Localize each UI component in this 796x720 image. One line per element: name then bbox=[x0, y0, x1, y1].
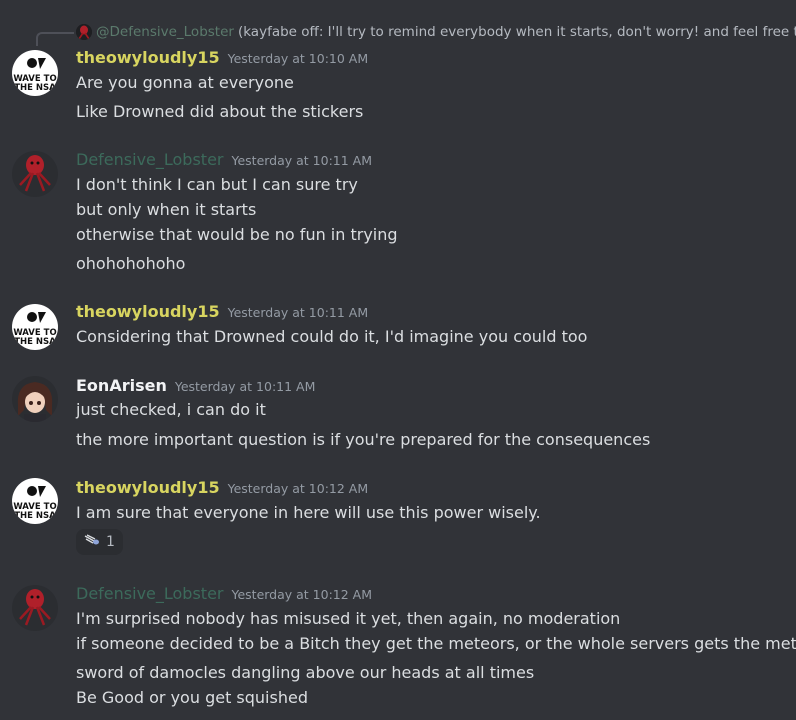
avatar-text-2: THE NSA bbox=[14, 511, 56, 521]
message-header: Defensive_Lobster Yesterday at 10:11 AM bbox=[76, 150, 372, 172]
message-text: otherwise that would be no fun in trying bbox=[76, 225, 398, 244]
timestamp[interactable]: Yesterday at 10:11 AM bbox=[175, 379, 316, 394]
message-text: I am sure that everyone in here will use… bbox=[76, 503, 541, 522]
author-name[interactable]: Defensive_Lobster bbox=[76, 584, 223, 603]
message-text: Are you gonna at everyone bbox=[76, 73, 294, 92]
reply-author[interactable]: @Defensive_Lobster bbox=[96, 24, 234, 40]
avatar[interactable]: WAVE TO THE NSA bbox=[12, 478, 58, 524]
message-text: the more important question is if you're… bbox=[76, 430, 651, 449]
reply-connector bbox=[36, 32, 74, 46]
author-name[interactable]: theowyloudly15 bbox=[76, 48, 220, 67]
message-text: Like Drowned did about the stickers bbox=[76, 102, 364, 121]
message-text: just checked, i can do it bbox=[76, 400, 266, 419]
message-header: theowyloudly15 Yesterday at 10:12 AM bbox=[76, 478, 368, 500]
message-text: ohohohohoho bbox=[76, 254, 186, 273]
timestamp[interactable]: Yesterday at 10:12 AM bbox=[231, 587, 372, 602]
chat-log: @Defensive_Lobster (kayfabe off: I'll tr… bbox=[0, 0, 796, 720]
author-name[interactable]: theowyloudly15 bbox=[76, 302, 220, 321]
avatar-text-2: THE NSA bbox=[14, 83, 56, 93]
message-text: I don't think I can but I can sure try bbox=[76, 175, 358, 194]
message-header: EonArisen Yesterday at 10:11 AM bbox=[76, 376, 315, 398]
message-text: if someone decided to be a Bitch they ge… bbox=[76, 634, 796, 653]
avatar[interactable] bbox=[12, 585, 58, 631]
message-header: theowyloudly15 Yesterday at 10:10 AM bbox=[76, 48, 368, 70]
reply-text[interactable]: (kayfabe off: I'll try to remind everybo… bbox=[238, 24, 796, 40]
reaction-count: 1 bbox=[106, 534, 115, 550]
reply-preview[interactable]: @Defensive_Lobster (kayfabe off: I'll tr… bbox=[76, 22, 796, 42]
message-header: Defensive_Lobster Yesterday at 10:12 AM bbox=[76, 584, 372, 606]
timestamp[interactable]: Yesterday at 10:11 AM bbox=[231, 153, 372, 168]
message-text: Considering that Drowned could do it, I'… bbox=[76, 327, 588, 346]
timestamp[interactable]: Yesterday at 10:11 AM bbox=[228, 305, 369, 320]
avatar[interactable]: WAVE TO THE NSA bbox=[12, 50, 58, 96]
avatar[interactable] bbox=[12, 376, 58, 422]
message-text: I'm surprised nobody has misused it yet,… bbox=[76, 609, 621, 628]
meteor-emoji-icon bbox=[84, 534, 100, 550]
author-name[interactable]: Defensive_Lobster bbox=[76, 150, 223, 169]
author-name[interactable]: EonArisen bbox=[76, 376, 167, 395]
reply-avatar[interactable] bbox=[76, 24, 92, 40]
message-header: theowyloudly15 Yesterday at 10:11 AM bbox=[76, 302, 368, 324]
message-text: but only when it starts bbox=[76, 200, 257, 219]
message-text: sword of damocles dangling above our hea… bbox=[76, 663, 535, 682]
timestamp[interactable]: Yesterday at 10:10 AM bbox=[228, 51, 369, 66]
author-name[interactable]: theowyloudly15 bbox=[76, 478, 220, 497]
avatar-text-2: THE NSA bbox=[14, 337, 56, 347]
reaction-chip[interactable]: 1 bbox=[76, 529, 123, 555]
avatar[interactable] bbox=[12, 151, 58, 197]
message-text: Be Good or you get squished bbox=[76, 688, 308, 707]
timestamp[interactable]: Yesterday at 10:12 AM bbox=[228, 481, 369, 496]
avatar[interactable]: WAVE TO THE NSA bbox=[12, 304, 58, 350]
